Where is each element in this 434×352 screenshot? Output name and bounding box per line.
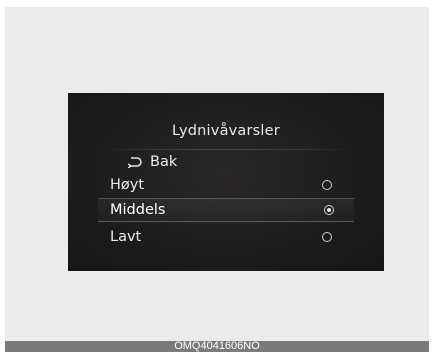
figure-caption: OMQ4041606NO [5,341,429,352]
option-label: Høyt [110,177,145,193]
screen-title: Lydnivåvarsler [172,123,280,139]
option-lavt[interactable]: Lavt [110,225,340,249]
option-middels[interactable]: Middels [98,198,354,222]
radio-checked-icon[interactable] [324,205,334,215]
title-divider [98,149,354,150]
figure-frame: Lydnivåvarsler Bak Høyt Middels Lavt [5,7,429,341]
back-button[interactable]: Bak [126,153,177,171]
back-label: Bak [150,154,178,170]
option-hoyt[interactable]: Høyt [110,173,340,197]
return-arrow-icon [126,156,142,169]
option-label: Middels [110,202,166,218]
radio-unchecked-icon[interactable] [322,180,332,190]
option-label: Lavt [110,229,142,245]
display-screen: Lydnivåvarsler Bak Høyt Middels Lavt [68,93,384,271]
radio-unchecked-icon[interactable] [322,232,332,242]
